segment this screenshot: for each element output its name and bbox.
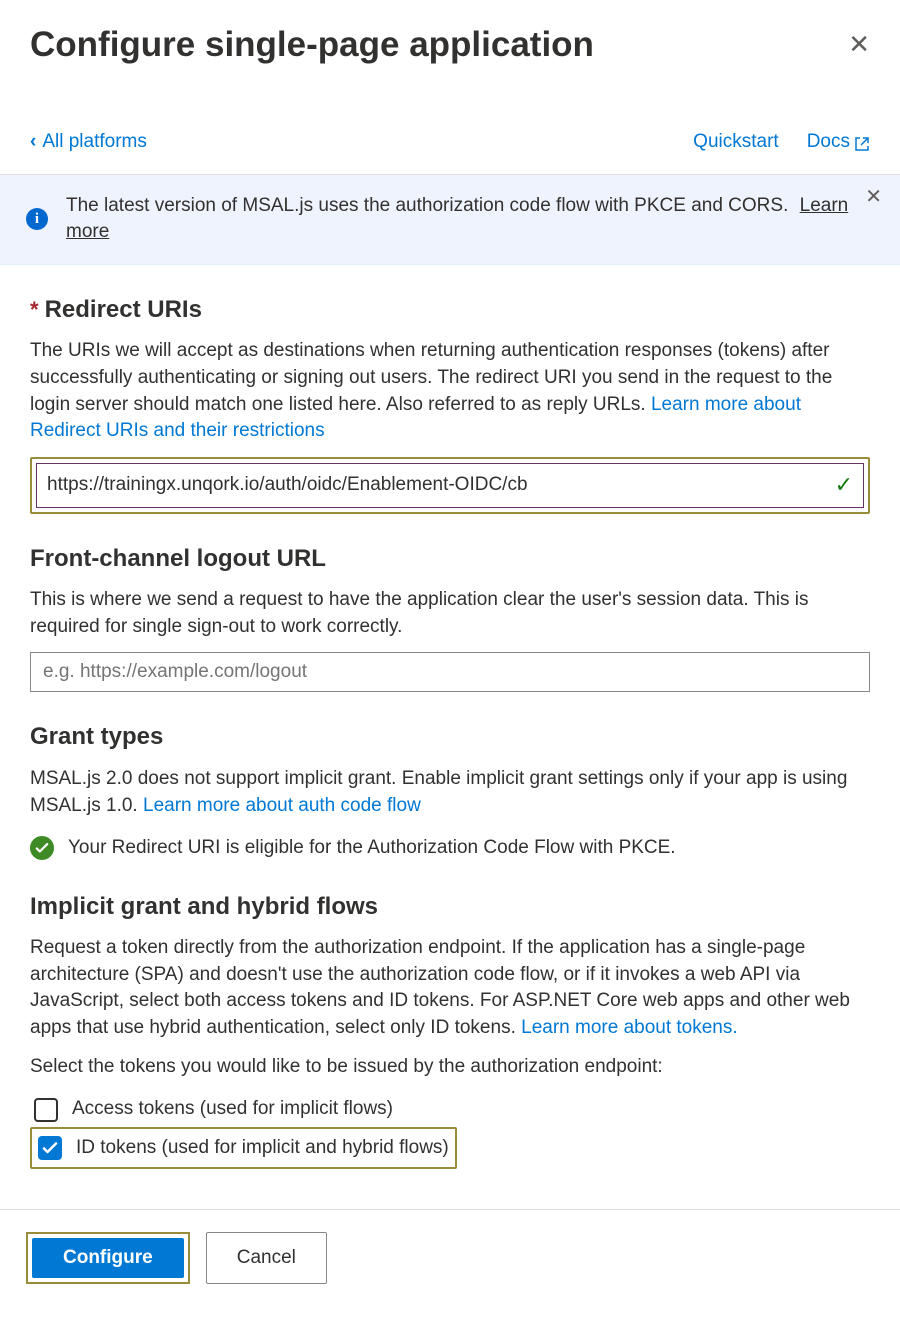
- redirect-uri-input[interactable]: [47, 474, 835, 496]
- close-icon[interactable]: ✕: [848, 26, 870, 62]
- cancel-button[interactable]: Cancel: [206, 1232, 327, 1284]
- redirect-uri-highlight: ✓: [30, 457, 870, 514]
- token-select-prompt: Select the tokens you would like to be i…: [30, 1054, 870, 1081]
- chevron-left-icon: ‹: [30, 129, 36, 156]
- banner-close-icon[interactable]: ✕: [865, 183, 882, 211]
- back-label: All platforms: [42, 129, 147, 156]
- info-banner: i The latest version of MSAL.js uses the…: [0, 175, 900, 265]
- quickstart-link[interactable]: Quickstart: [693, 129, 779, 156]
- pkce-status-text: Your Redirect URI is eligible for the Au…: [68, 835, 676, 862]
- docs-link[interactable]: Docs: [807, 129, 870, 156]
- implicit-grant-desc: Request a token directly from the author…: [30, 935, 870, 1041]
- implicit-grant-heading: Implicit grant and hybrid flows: [30, 890, 870, 924]
- grant-types-desc: MSAL.js 2.0 does not support implicit gr…: [30, 766, 870, 819]
- info-icon: i: [26, 208, 48, 230]
- tokens-learn-more-link[interactable]: Learn more about tokens.: [521, 1017, 738, 1038]
- id-tokens-highlight: ID tokens (used for implicit and hybrid …: [30, 1127, 457, 1170]
- id-tokens-label: ID tokens (used for implicit and hybrid …: [76, 1135, 449, 1162]
- grant-learn-more-link[interactable]: Learn more about auth code flow: [143, 795, 421, 816]
- configure-button[interactable]: Configure: [32, 1238, 184, 1278]
- access-tokens-label: Access tokens (used for implicit flows): [72, 1096, 393, 1123]
- success-check-icon: [30, 836, 54, 860]
- access-tokens-checkbox[interactable]: [34, 1098, 58, 1122]
- page-title: Configure single-page application: [30, 20, 594, 69]
- valid-check-icon: ✓: [835, 470, 853, 501]
- redirect-uris-desc: The URIs we will accept as destinations …: [30, 338, 870, 444]
- redirect-uris-heading: Redirect URIs: [30, 293, 870, 327]
- logout-url-desc: This is where we send a request to have …: [30, 587, 870, 640]
- logout-url-heading: Front-channel logout URL: [30, 542, 870, 576]
- logout-url-input[interactable]: [30, 652, 870, 692]
- back-all-platforms-link[interactable]: ‹ All platforms: [30, 129, 147, 156]
- configure-button-highlight: Configure: [26, 1232, 190, 1284]
- external-link-icon: [854, 134, 870, 150]
- banner-text: The latest version of MSAL.js uses the a…: [66, 195, 788, 216]
- id-tokens-checkbox[interactable]: [38, 1136, 62, 1160]
- grant-types-heading: Grant types: [30, 720, 870, 754]
